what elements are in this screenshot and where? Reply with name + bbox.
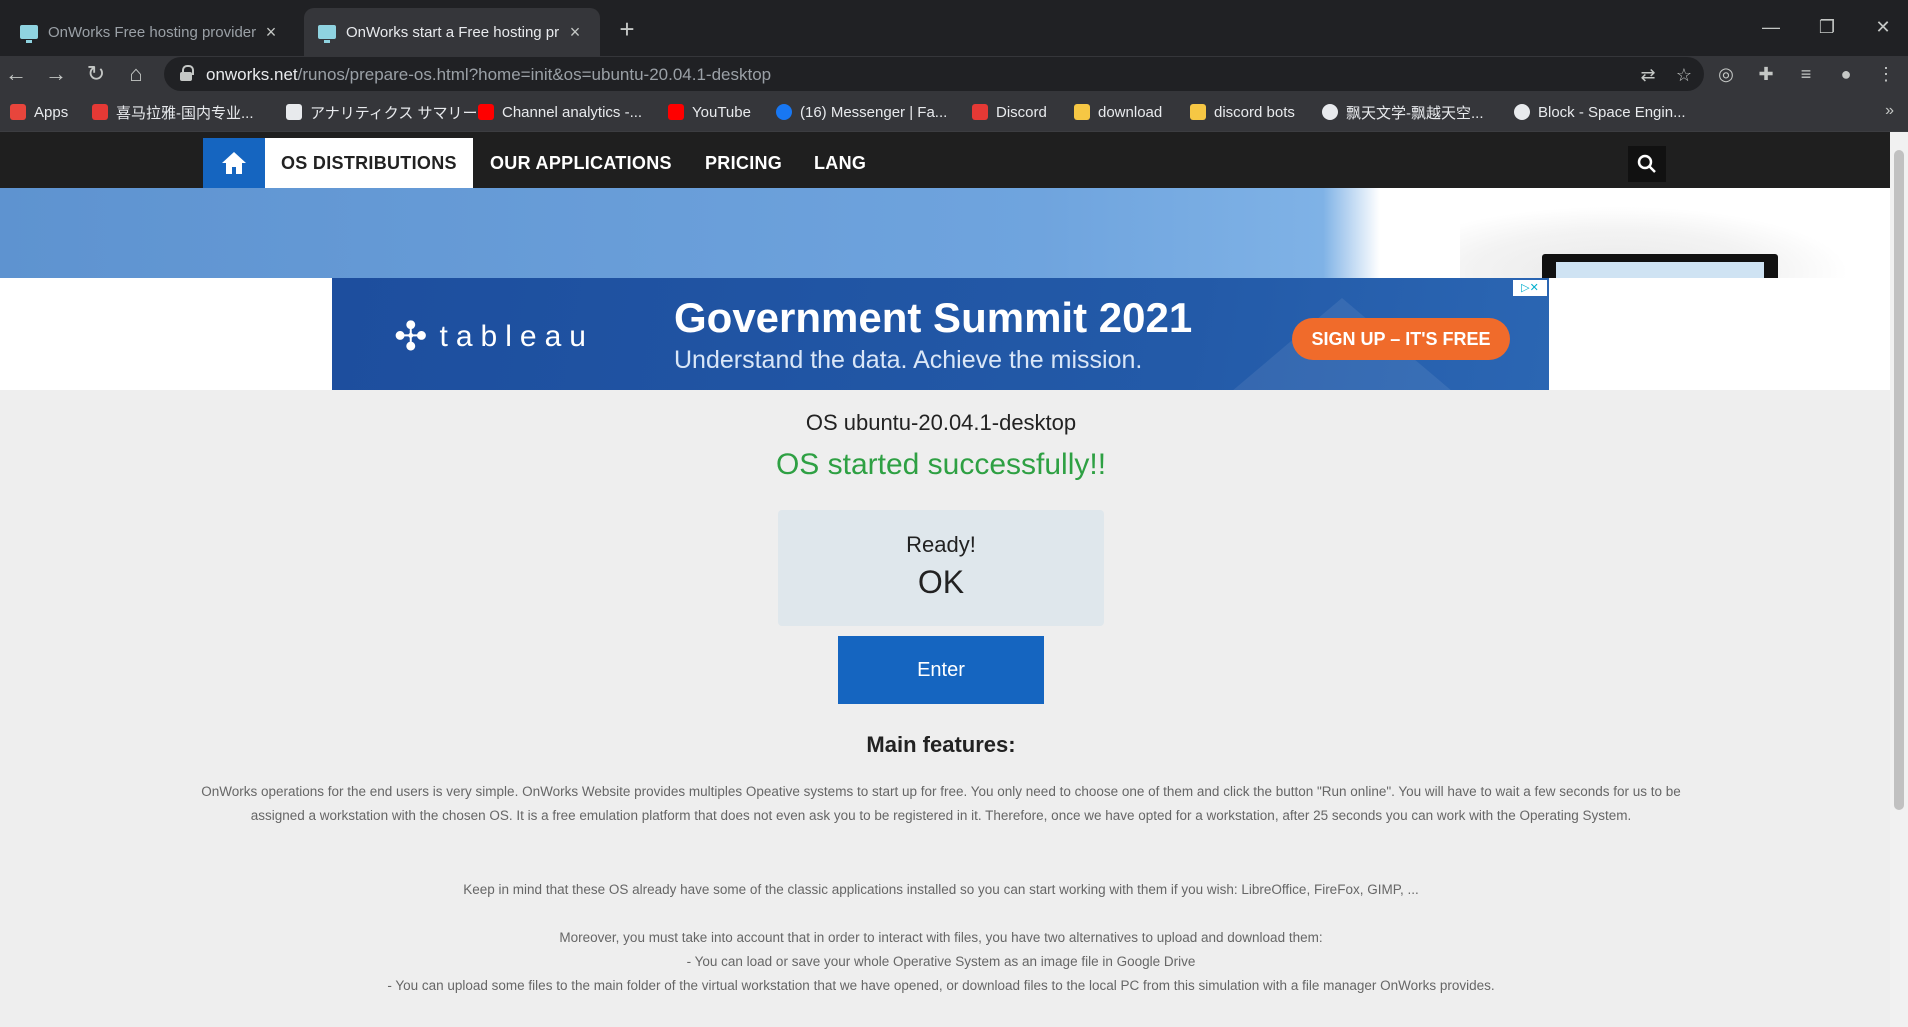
bookmark-ximalaya[interactable]: 喜马拉雅-国内专业... (92, 102, 254, 122)
folder-icon (1074, 104, 1090, 120)
hero-banner (0, 188, 1890, 316)
discord-icon (972, 104, 988, 120)
bookmark-analytics[interactable]: アナリティクス サマリー... (286, 102, 490, 122)
features-paragraph: OnWorks operations for the end users is … (201, 784, 1681, 823)
bookmark-messenger[interactable]: (16) Messenger | Fa... (776, 102, 947, 122)
url-text: onworks.net/runos/prepare-os.html?home=i… (206, 65, 772, 84)
os-status-message: OS started successfully!! (775, 448, 1107, 481)
tab-title: OnWorks start a Free hosting pr (346, 23, 560, 41)
features-paragraph: - You can upload some files to the main … (387, 978, 1495, 993)
back-icon[interactable]: ← (0, 58, 32, 90)
ximalaya-icon (92, 104, 108, 120)
bookmark-discord-bots[interactable]: discord bots (1190, 102, 1295, 122)
nav-our-applications[interactable]: OUR APPLICATIONS (490, 138, 672, 188)
youtube-icon (668, 104, 684, 120)
ready-label: Ready! (906, 532, 976, 557)
site-navbar: OS DISTRIBUTIONS OUR APPLICATIONS PRICIN… (0, 132, 1890, 188)
features-paragraph: Keep in mind that these OS already have … (463, 882, 1419, 897)
features-paragraph: Moreover, you must take into account tha… (559, 930, 1323, 945)
restore-icon[interactable]: ❐ (1802, 10, 1852, 44)
home-icon[interactable]: ⌂ (120, 58, 152, 90)
monitor-graphic (1542, 254, 1778, 278)
tab-onworks-home[interactable]: OnWorks Free hosting provider f × (6, 8, 296, 56)
scrollbar-thumb[interactable] (1894, 150, 1904, 810)
features-title: Main features: (866, 732, 1016, 757)
extension-icon[interactable]: ◎ (1712, 60, 1740, 88)
facebook-icon (776, 104, 792, 120)
nav-pricing[interactable]: PRICING (705, 138, 782, 188)
page-viewport: OS DISTRIBUTIONS OUR APPLICATIONS PRICIN… (0, 132, 1890, 1027)
lock-icon (180, 65, 194, 81)
new-tab-button[interactable]: + (612, 14, 642, 44)
ready-status-box: Ready! OK (778, 510, 1104, 626)
profile-avatar-icon[interactable]: ● (1832, 60, 1860, 88)
ad-subline: Understand the data. Achieve the mission… (674, 346, 1143, 374)
os-name: OS ubuntu-20.04.1-desktop (805, 410, 1077, 435)
close-icon[interactable]: × (260, 22, 282, 43)
tableau-mark-icon: ✣ (394, 315, 428, 359)
bookmark-youtube[interactable]: YouTube (668, 102, 751, 122)
nav-lang[interactable]: LANG (814, 138, 866, 188)
reload-icon[interactable]: ↻ (80, 58, 112, 90)
forward-icon[interactable]: → (40, 58, 72, 90)
folder-icon (1190, 104, 1206, 120)
more-bookmarks-icon[interactable]: » (1885, 102, 1894, 120)
apps-grid-icon (10, 104, 26, 120)
bookmark-block-space[interactable]: Block - Space Engin... (1514, 102, 1686, 122)
page-scrollbar[interactable] (1890, 132, 1908, 1027)
features-paragraph: - You can load or save your whole Operat… (686, 954, 1196, 969)
enter-button[interactable]: Enter (838, 636, 1044, 704)
address-bar[interactable]: onworks.net/runos/prepare-os.html?home=i… (164, 57, 1704, 91)
globe-icon (1514, 104, 1530, 120)
window-close-icon[interactable]: ✕ (1858, 10, 1908, 44)
tableau-logo: ✣ tableau (394, 315, 594, 359)
tab-onworks-start[interactable]: OnWorks start a Free hosting pr × (304, 8, 600, 56)
bookmark-piaotian[interactable]: 飘天文学-飘越天空... (1322, 102, 1484, 122)
nav-os-distributions[interactable]: OS DISTRIBUTIONS (265, 138, 473, 188)
bookmark-download[interactable]: download (1074, 102, 1162, 122)
advertisement-banner[interactable]: ✣ tableau Government Summit 2021 Underst… (332, 278, 1549, 390)
puzzle-icon[interactable]: ✚ (1752, 60, 1780, 88)
ready-value: OK (917, 564, 965, 600)
minimize-icon[interactable]: — (1746, 10, 1796, 44)
analytics-icon (286, 104, 302, 120)
youtube-icon (478, 104, 494, 120)
bookmark-discord[interactable]: Discord (972, 102, 1047, 122)
globe-icon (1322, 104, 1338, 120)
bookmark-star-icon[interactable]: ☆ (1670, 61, 1698, 89)
bookmark-channel-analytics[interactable]: Channel analytics -... (478, 102, 642, 122)
ad-signup-button[interactable]: SIGN UP – IT'S FREE (1292, 318, 1510, 360)
tab-title: OnWorks Free hosting provider f (48, 23, 260, 41)
reading-list-icon[interactable]: ≡ (1792, 60, 1820, 88)
bookmark-apps[interactable]: Apps (10, 102, 68, 122)
house-icon (222, 152, 246, 174)
site-search-button[interactable] (1628, 146, 1666, 182)
menu-kebab-icon[interactable]: ⋮ (1872, 60, 1900, 88)
translate-icon[interactable]: ⇄ (1634, 61, 1662, 89)
close-icon[interactable]: × (564, 22, 586, 43)
monitor-icon (318, 25, 336, 43)
browser-tabstrip: OnWorks Free hosting provider f × OnWork… (0, 0, 1908, 56)
bookmarks-bar: Apps 喜马拉雅-国内专业... アナリティクス サマリー... Channe… (0, 92, 1908, 132)
site-home-button[interactable] (203, 138, 265, 188)
ad-headline: Government Summit 2021 (674, 294, 1193, 341)
search-icon (1637, 154, 1656, 173)
browser-toolbar: ← → ↻ ⌂ onworks.net/runos/prepare-os.htm… (0, 56, 1908, 92)
monitor-icon (20, 25, 38, 43)
adchoices-icon[interactable]: ▷✕ (1513, 280, 1547, 296)
